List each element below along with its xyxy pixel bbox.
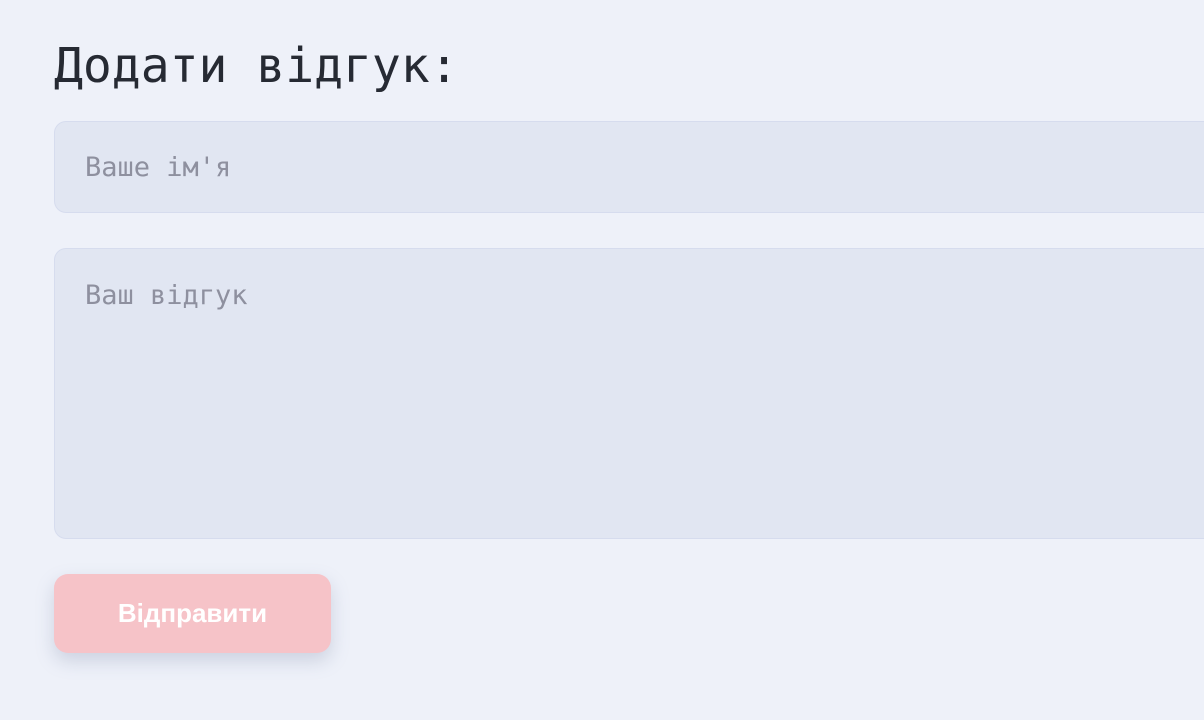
review-textarea[interactable] [54,248,1204,539]
submit-button[interactable]: Відправити [54,574,331,653]
name-input[interactable] [54,121,1204,213]
form-title: Додати відгук: [54,38,459,94]
